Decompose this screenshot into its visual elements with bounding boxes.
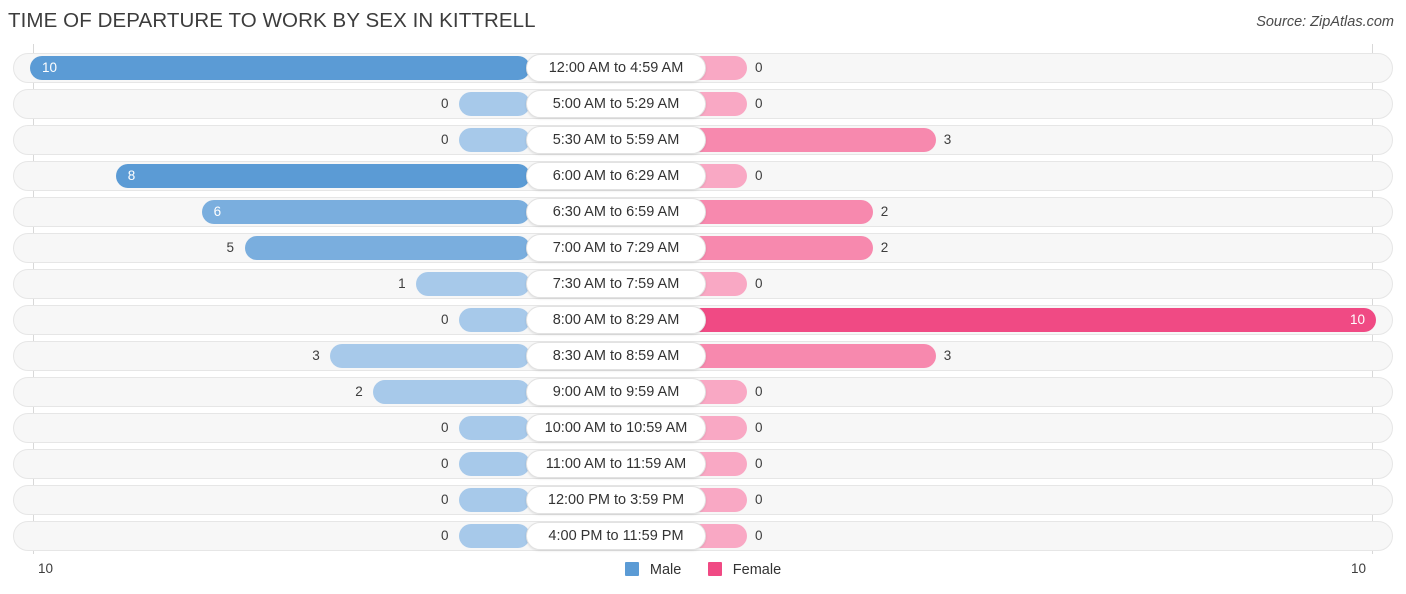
bar-value-male: 0 [441, 96, 449, 111]
chart-plot-area: 10 0 12:00 AM to 4:59 AM 0 0 5:00 AM to 5:29 … [0, 44, 1406, 554]
chart-legend: Male Female [0, 561, 1406, 579]
bar-value-female: 2 [880, 240, 889, 255]
chart-row: 0 0 11:00 AM to 11:59 AM [13, 449, 1393, 479]
category-label: 4:00 PM to 11:59 PM [526, 522, 706, 550]
bar-value-male: 6 [213, 204, 222, 219]
chart-row: 5 2 7:00 AM to 7:29 AM [13, 233, 1393, 263]
bar-value-female: 0 [755, 420, 763, 435]
category-label: 6:30 AM to 6:59 AM [526, 198, 706, 226]
bar-male[interactable] [459, 128, 530, 152]
chart-footer: 10 10 Male Female [0, 554, 1406, 594]
bar-male[interactable] [244, 236, 530, 260]
bar-value-female: 10 [1350, 312, 1366, 327]
category-label: 5:00 AM to 5:29 AM [526, 90, 706, 118]
chart-row: 6 2 6:30 AM to 6:59 AM [13, 197, 1393, 227]
bar-male[interactable] [330, 344, 530, 368]
bar-value-female: 0 [755, 276, 763, 291]
category-label: 6:00 AM to 6:29 AM [526, 162, 706, 190]
chart-row: 0 10 8:00 AM to 8:29 AM [13, 305, 1393, 335]
chart-row: 0 0 4:00 PM to 11:59 PM [13, 521, 1393, 551]
legend-item-male[interactable]: Male [624, 561, 682, 578]
bar-female[interactable] [676, 344, 936, 368]
bar-male[interactable] [459, 488, 530, 512]
chart-row: 1 0 7:30 AM to 7:59 AM [13, 269, 1393, 299]
bar-male[interactable] [201, 200, 530, 224]
bar-value-male: 10 [42, 60, 58, 75]
chart-row: 2 0 9:00 AM to 9:59 AM [13, 377, 1393, 407]
category-label: 5:30 AM to 5:59 AM [526, 126, 706, 154]
bar-value-male: 1 [398, 276, 406, 291]
bar-value-male: 0 [441, 420, 449, 435]
bar-female[interactable] [676, 128, 936, 152]
category-label: 7:00 AM to 7:29 AM [526, 234, 706, 262]
bar-value-female: 0 [755, 96, 763, 111]
legend-item-female[interactable]: Female [707, 561, 782, 578]
bar-value-male: 0 [441, 492, 449, 507]
bar-value-male: 0 [441, 132, 449, 147]
chart-row: 0 0 12:00 PM to 3:59 PM [13, 485, 1393, 515]
page-title: TIME OF DEPARTURE TO WORK BY SEX IN KITT… [8, 9, 536, 32]
chart-header: TIME OF DEPARTURE TO WORK BY SEX IN KITT… [0, 0, 1406, 44]
chart-row: 8 0 6:00 AM to 6:29 AM [13, 161, 1393, 191]
chart-row: 3 3 8:30 AM to 8:59 AM [13, 341, 1393, 371]
bar-male[interactable] [416, 272, 530, 296]
bar-value-female: 0 [755, 492, 763, 507]
bar-value-female: 0 [755, 456, 763, 471]
category-label: 8:00 AM to 8:29 AM [526, 306, 706, 334]
bar-value-male: 0 [441, 312, 449, 327]
source-attribution: Source: ZipAtlas.com [1256, 14, 1394, 30]
category-label: 10:00 AM to 10:59 AM [526, 414, 706, 442]
bar-value-female: 0 [755, 60, 763, 75]
bar-value-male: 0 [441, 528, 449, 543]
bar-value-female: 0 [755, 384, 763, 399]
bar-male[interactable] [459, 416, 530, 440]
legend-label-female: Female [732, 561, 782, 578]
category-label: 9:00 AM to 9:59 AM [526, 378, 706, 406]
bar-male[interactable] [373, 380, 530, 404]
bar-male[interactable] [115, 164, 530, 188]
bar-male[interactable] [459, 92, 530, 116]
bar-value-male: 0 [441, 456, 449, 471]
legend-swatch-female [707, 561, 722, 576]
chart-row: 0 0 5:00 AM to 5:29 AM [13, 89, 1393, 119]
legend-swatch-male [624, 561, 639, 576]
category-label: 12:00 AM to 4:59 AM [526, 54, 706, 82]
bar-male[interactable] [30, 56, 530, 80]
bar-value-female: 0 [755, 528, 763, 543]
category-label: 8:30 AM to 8:59 AM [526, 342, 706, 370]
bar-male[interactable] [459, 308, 530, 332]
chart-row: 10 0 12:00 AM to 4:59 AM [13, 53, 1393, 83]
chart-row: 0 0 10:00 AM to 10:59 AM [13, 413, 1393, 443]
bar-value-male: 3 [312, 348, 320, 363]
bar-male[interactable] [459, 524, 530, 548]
bar-value-female: 3 [943, 132, 952, 147]
bar-male[interactable] [459, 452, 530, 476]
category-label: 12:00 PM to 3:59 PM [526, 486, 706, 514]
bar-value-male: 2 [355, 384, 363, 399]
bar-value-male: 8 [127, 168, 136, 183]
legend-label-male: Male [649, 561, 682, 578]
category-label: 7:30 AM to 7:59 AM [526, 270, 706, 298]
bar-value-female: 2 [880, 204, 889, 219]
category-label: 11:00 AM to 11:59 AM [526, 450, 706, 478]
bar-value-female: 3 [943, 348, 952, 363]
bar-value-male: 5 [226, 240, 235, 255]
bar-value-female: 0 [755, 168, 763, 183]
chart-row: 0 3 5:30 AM to 5:59 AM [13, 125, 1393, 155]
bar-female[interactable] [676, 308, 1376, 332]
